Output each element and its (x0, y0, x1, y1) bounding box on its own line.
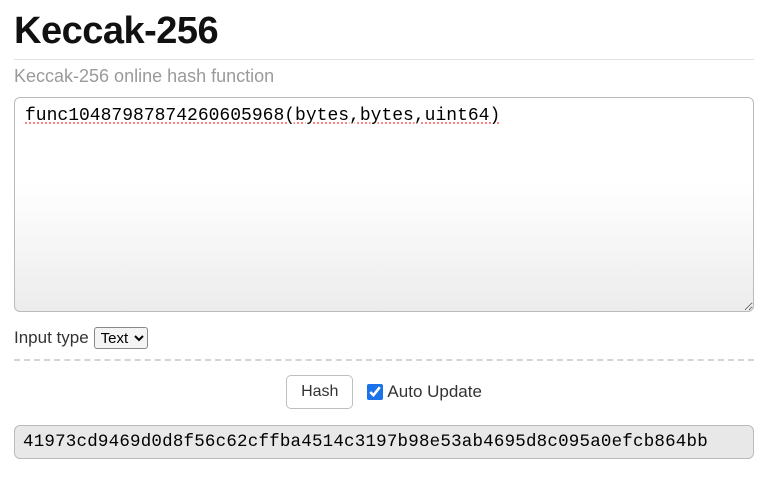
page-subtitle: Keccak-256 online hash function (14, 66, 754, 87)
section-divider (14, 359, 754, 361)
auto-update-checkbox[interactable] (367, 384, 383, 400)
hash-output: 41973cd9469d0d8f56c62cffba4514c3197b98e5… (14, 425, 754, 459)
hash-button[interactable]: Hash (286, 375, 353, 409)
input-type-row: Input type Text (14, 327, 754, 349)
page-title: Keccak-256 (14, 10, 754, 53)
input-type-label: Input type (14, 328, 89, 348)
auto-update-label: Auto Update (387, 382, 482, 402)
title-divider (14, 59, 754, 60)
input-type-select[interactable]: Text (94, 327, 148, 349)
hash-controls-row: Hash Auto Update (14, 375, 754, 409)
auto-update-control[interactable]: Auto Update (367, 382, 482, 402)
hash-input-textarea[interactable] (14, 97, 754, 312)
